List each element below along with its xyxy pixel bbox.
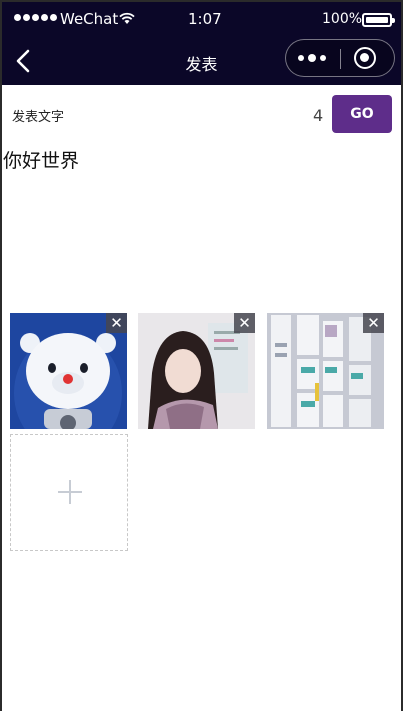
go-button[interactable]: GO xyxy=(332,95,392,133)
compose-label: 发表文字 xyxy=(12,110,65,125)
clock: 1:07 xyxy=(188,10,222,28)
capsule-divider xyxy=(340,49,341,69)
top-bar: WeChat 1:07 100% 发表 xyxy=(2,2,401,85)
close-circle-icon[interactable] xyxy=(354,47,376,69)
battery-percent: 100% xyxy=(322,11,363,27)
delete-image-button[interactable]: ✕ xyxy=(363,313,384,333)
status-bar: WeChat 1:07 100% xyxy=(2,2,401,36)
battery-icon xyxy=(362,13,395,27)
ui-screens-collage-image[interactable]: ✕ xyxy=(267,313,384,429)
phone-screen: WeChat 1:07 100% 发表 发表文字 4 GO 你好世界 ✕ ✕ ✕ xyxy=(2,2,401,711)
delete-image-button[interactable]: ✕ xyxy=(106,313,127,333)
navigation-bar: 发表 xyxy=(2,36,401,85)
plus-icon xyxy=(58,480,82,504)
more-dots-icon[interactable] xyxy=(298,51,328,65)
delete-image-button[interactable]: ✕ xyxy=(234,313,255,333)
wifi-icon xyxy=(119,12,135,24)
girl-portrait-image[interactable]: ✕ xyxy=(138,313,255,429)
char-count: 4 xyxy=(313,106,324,125)
compose-text-input[interactable]: 你好世界 xyxy=(3,146,79,173)
signal-icon xyxy=(14,14,57,21)
add-image-button[interactable] xyxy=(10,434,128,551)
mini-program-capsule xyxy=(285,39,395,77)
carrier-name: WeChat xyxy=(60,10,119,28)
astronaut-bear-image[interactable]: ✕ xyxy=(10,313,127,429)
